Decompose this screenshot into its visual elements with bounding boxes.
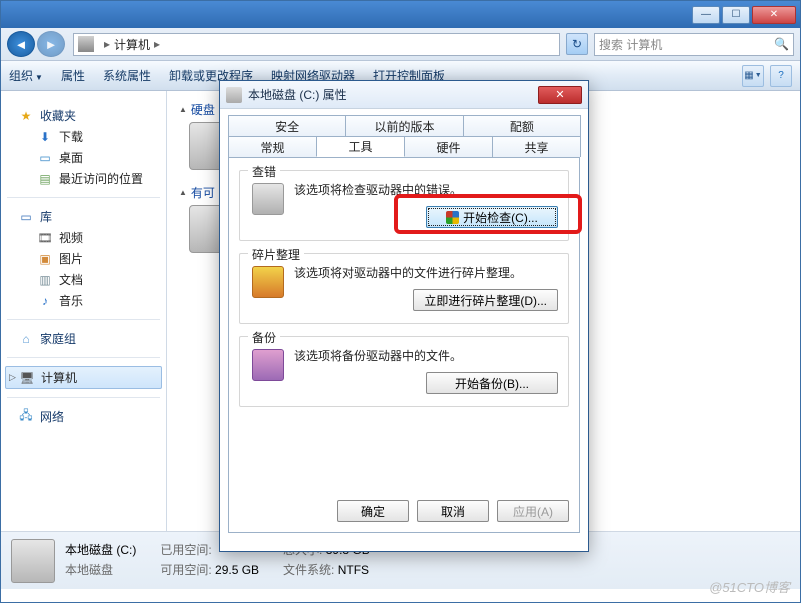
- sidebar-recent[interactable]: ▤最近访问的位置: [1, 168, 166, 189]
- picture-icon: ▣: [37, 251, 53, 267]
- sidebar-videos[interactable]: 🎞视频: [1, 227, 166, 248]
- minimize-button[interactable]: —: [692, 6, 720, 24]
- defrag-desc: 该选项将对驱动器中的文件进行碎片整理。: [294, 264, 558, 281]
- sidebar-network[interactable]: 🖧网络: [1, 406, 166, 427]
- library-icon: ▭: [18, 209, 34, 225]
- computer-icon: [78, 36, 94, 52]
- nav-back-button[interactable]: ◄: [7, 31, 35, 57]
- nav-forward-button[interactable]: ►: [37, 31, 65, 57]
- drive-name: 本地磁盘 (C:): [65, 541, 136, 560]
- close-button[interactable]: ✕: [752, 6, 796, 24]
- tab-hardware[interactable]: 硬件: [404, 136, 493, 157]
- free-label: 可用空间:: [160, 563, 211, 577]
- check-now-button[interactable]: 开始检查(C)...: [426, 206, 558, 228]
- caret-icon: ▷: [7, 372, 18, 383]
- free-value: 29.5 GB: [215, 563, 259, 577]
- tab-content: 查错 该选项将检查驱动器中的错误。 开始检查(C)... 碎片整理: [228, 157, 580, 533]
- sidebar-computer[interactable]: ▷🖥计算机: [5, 366, 162, 389]
- download-icon: ⬇: [37, 129, 53, 145]
- defrag-icon: [252, 266, 284, 298]
- sidebar-favorites[interactable]: ★收藏夹: [1, 105, 166, 126]
- ok-button[interactable]: 确定: [337, 500, 409, 522]
- backup-icon: [252, 349, 284, 381]
- nav-row: ◄ ► ▸ 计算机 ▸ ↻ 搜索 计算机 🔍: [1, 28, 800, 61]
- organize-menu[interactable]: 组织▼: [9, 67, 43, 84]
- tab-row-bottom: 常规 工具 硬件 共享: [228, 136, 580, 157]
- dialog-footer: 确定 取消 应用(A): [329, 500, 569, 522]
- disk-check-icon: [252, 183, 284, 215]
- breadcrumb-sep: ▸: [104, 37, 110, 51]
- document-icon: ▥: [37, 272, 53, 288]
- sidebar-music[interactable]: ♪音乐: [1, 290, 166, 311]
- search-input[interactable]: 搜索 计算机 🔍: [594, 33, 794, 56]
- sidebar-pictures[interactable]: ▣图片: [1, 248, 166, 269]
- defrag-group: 碎片整理 该选项将对驱动器中的文件进行碎片整理。 立即进行碎片整理(D)...: [239, 253, 569, 324]
- backup-now-button[interactable]: 开始备份(B)...: [426, 372, 558, 394]
- breadcrumb-root[interactable]: 计算机: [114, 36, 150, 53]
- defrag-legend: 碎片整理: [248, 246, 304, 263]
- star-icon: ★: [18, 108, 34, 124]
- tab-security[interactable]: 安全: [228, 115, 346, 136]
- search-icon: 🔍: [774, 37, 789, 51]
- sidebar-homegroup[interactable]: ⌂家庭组: [1, 328, 166, 349]
- computer-icon: 🖥: [19, 370, 35, 386]
- tab-area: 安全 以前的版本 配额 常规 工具 硬件 共享 查错 该选项将检查驱动器中的错误…: [220, 109, 588, 533]
- network-icon: 🖧: [18, 409, 34, 425]
- tab-general[interactable]: 常规: [228, 136, 317, 157]
- fs-label: 文件系统:: [283, 563, 334, 577]
- system-properties-button[interactable]: 系统属性: [103, 67, 151, 84]
- video-icon: 🎞: [37, 230, 53, 246]
- breadcrumb-sep: ▸: [154, 37, 160, 51]
- window-buttons: — ☐ ✕: [690, 6, 796, 24]
- music-icon: ♪: [37, 293, 53, 309]
- sidebar-documents[interactable]: ▥文档: [1, 269, 166, 290]
- apply-button[interactable]: 应用(A): [497, 500, 569, 522]
- view-icon[interactable]: ▦▼: [742, 65, 764, 87]
- properties-button[interactable]: 属性: [61, 67, 85, 84]
- titlebar: — ☐ ✕: [1, 1, 800, 28]
- toolbar-right: ▦▼ ?: [736, 65, 792, 87]
- error-checking-desc: 该选项将检查驱动器中的错误。: [294, 181, 558, 198]
- watermark: @51CTO博客: [709, 577, 790, 596]
- sidebar-desktop[interactable]: ▭桌面: [1, 147, 166, 168]
- fs-value: NTFS: [338, 563, 369, 577]
- homegroup-icon: ⌂: [18, 331, 34, 347]
- properties-dialog: 本地磁盘 (C:) 属性 ✕ 安全 以前的版本 配额 常规 工具 硬件 共享 查…: [219, 80, 589, 552]
- sidebar-libraries[interactable]: ▭库: [1, 206, 166, 227]
- tab-quota[interactable]: 配额: [463, 115, 581, 136]
- shield-icon: [446, 211, 459, 224]
- tab-previous-versions[interactable]: 以前的版本: [345, 115, 463, 136]
- backup-group: 备份 该选项将备份驱动器中的文件。 开始备份(B)...: [239, 336, 569, 407]
- refresh-button[interactable]: ↻: [566, 33, 588, 55]
- sidebar-downloads[interactable]: ⬇下载: [1, 126, 166, 147]
- drive-type: 本地磁盘: [65, 561, 136, 580]
- maximize-button[interactable]: ☐: [722, 6, 750, 24]
- drive-icon: [226, 87, 242, 103]
- dialog-close-button[interactable]: ✕: [538, 86, 582, 104]
- tab-row-top: 安全 以前的版本 配额: [228, 115, 580, 136]
- dialog-title: 本地磁盘 (C:) 属性: [248, 86, 347, 103]
- defrag-now-button[interactable]: 立即进行碎片整理(D)...: [413, 289, 558, 311]
- backup-desc: 该选项将备份驱动器中的文件。: [294, 347, 558, 364]
- backup-legend: 备份: [248, 329, 280, 346]
- breadcrumb[interactable]: ▸ 计算机 ▸: [73, 33, 560, 56]
- tab-tools[interactable]: 工具: [316, 136, 405, 157]
- details-name-col: 本地磁盘 (C:) 本地磁盘: [65, 541, 136, 579]
- error-checking-legend: 查错: [248, 163, 280, 180]
- sidebar: ★收藏夹 ⬇下载 ▭桌面 ▤最近访问的位置 ▭库 🎞视频 ▣图片 ▥文档 ♪音乐…: [1, 91, 167, 531]
- recent-icon: ▤: [37, 171, 53, 187]
- error-checking-group: 查错 该选项将检查驱动器中的错误。 开始检查(C)...: [239, 170, 569, 241]
- tab-sharing[interactable]: 共享: [492, 136, 581, 157]
- drive-icon: [11, 539, 55, 583]
- search-placeholder: 搜索 计算机: [599, 36, 662, 53]
- desktop-icon: ▭: [37, 150, 53, 166]
- help-icon[interactable]: ?: [770, 65, 792, 87]
- used-label: 已用空间:: [160, 543, 211, 557]
- dialog-titlebar[interactable]: 本地磁盘 (C:) 属性 ✕: [220, 81, 588, 109]
- cancel-button[interactable]: 取消: [417, 500, 489, 522]
